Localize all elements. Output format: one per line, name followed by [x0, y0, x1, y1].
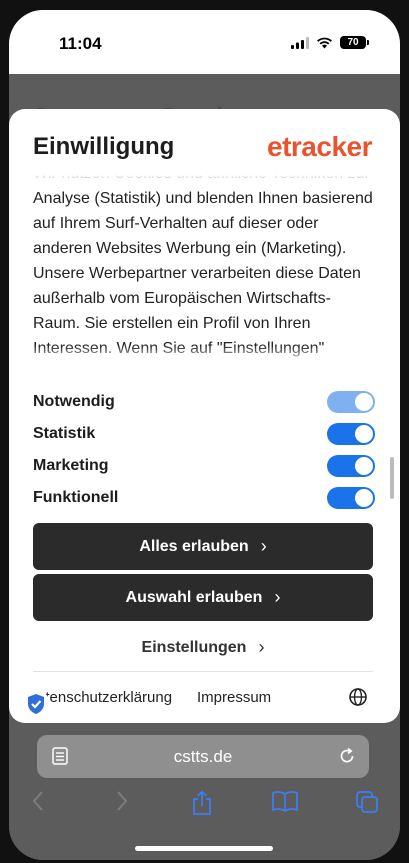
globe-icon[interactable]	[348, 687, 368, 707]
toggle-marketing[interactable]	[327, 455, 375, 477]
toggle-knob	[355, 489, 373, 507]
privacy-policy-link[interactable]: atenschutzerklärung	[37, 689, 172, 706]
toggle-statistik[interactable]	[327, 423, 375, 445]
toggle-label: Statistik	[33, 425, 96, 442]
toggle-knob	[355, 425, 373, 443]
status-icons: 70	[291, 36, 369, 49]
chevron-right-icon: ›	[260, 536, 267, 556]
toggle-knob	[355, 393, 373, 411]
accept-selection-button[interactable]: Auswahl erlauben ›	[33, 574, 373, 621]
accept-all-label: Alles erlauben	[139, 537, 249, 555]
imprint-link[interactable]: Impressum	[197, 689, 271, 706]
consent-dialog: Einwilligung etracker Wir nutzen Cookies…	[9, 109, 400, 723]
toggle-row-notwendig: Notwendig	[33, 391, 375, 415]
status-bar: 11:04 70	[9, 10, 400, 74]
toggle-label: Funktionell	[33, 489, 119, 506]
toggle-row-funktionell: Funktionell	[33, 487, 375, 511]
consent-description[interactable]: Wir nutzen Cookies und ähnliche Technike…	[33, 175, 373, 365]
browser-toolbar	[9, 790, 400, 820]
etracker-logo: etracker	[267, 131, 372, 162]
home-indicator[interactable]	[135, 846, 273, 851]
share-icon[interactable]	[191, 790, 213, 816]
toggle-funktionell[interactable]	[327, 487, 375, 509]
wifi-icon	[317, 37, 332, 48]
settings-label: Einstellungen	[141, 638, 247, 656]
toggle-label: Marketing	[33, 457, 109, 474]
address-bar[interactable]: cstts.de	[37, 735, 369, 778]
battery-indicator: 70	[340, 36, 369, 49]
scrollbar[interactable]	[390, 457, 394, 499]
phone-screen: Customer Service 11:04 70 Einwilligung e…	[9, 10, 400, 860]
privacy-shield-icon[interactable]	[21, 689, 51, 719]
tabs-icon[interactable]	[355, 790, 379, 814]
toggle-knob	[355, 457, 373, 475]
toggle-row-marketing: Marketing	[33, 455, 375, 479]
divider	[33, 671, 373, 672]
forward-icon[interactable]	[115, 790, 129, 812]
settings-link[interactable]: Einstellungen ›	[33, 637, 373, 658]
reload-icon[interactable]	[337, 746, 357, 766]
back-icon[interactable]	[31, 790, 45, 812]
chevron-right-icon: ›	[258, 637, 265, 657]
url-text: cstts.de	[173, 747, 233, 766]
consent-description-text: Wir nutzen Cookies und ähnliche Technike…	[33, 175, 373, 357]
toggle-label: Notwendig	[33, 393, 115, 410]
status-time: 11:04	[59, 34, 102, 53]
accept-selection-label: Auswahl erlauben	[125, 588, 263, 606]
chevron-right-icon: ›	[274, 587, 281, 607]
bookmarks-icon[interactable]	[271, 790, 299, 812]
cellular-signal-icon	[291, 36, 309, 49]
accept-all-button[interactable]: Alles erlauben ›	[33, 523, 373, 570]
consent-title: Einwilligung	[33, 133, 175, 160]
consent-footer: atenschutzerklärung Impressum	[9, 687, 400, 711]
toggle-notwendig	[327, 391, 375, 413]
toggle-row-statistik: Statistik	[33, 423, 375, 447]
